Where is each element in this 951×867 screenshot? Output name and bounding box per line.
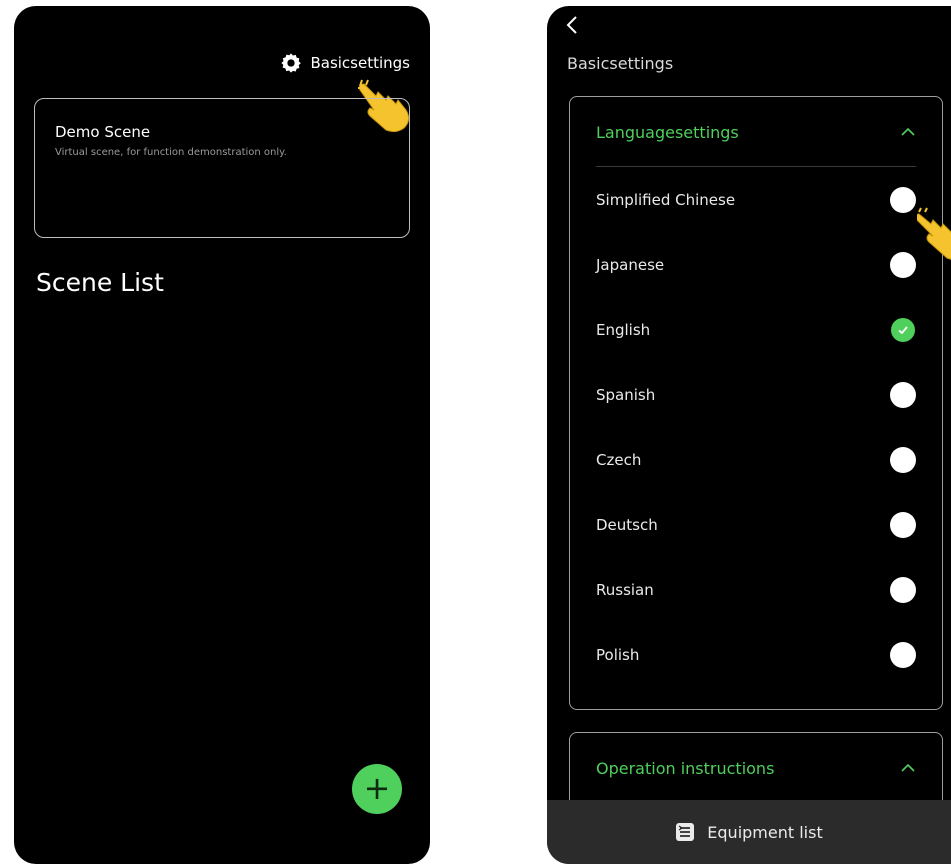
equipment-list-label: Equipment list [707,822,823,842]
language-settings-panel: Languagesettings Simplified Chinese Japa… [569,96,943,710]
language-settings-header[interactable]: Languagesettings [596,97,916,167]
basic-settings-screen: Basicsettings Languagesettings Simplifie… [547,6,951,864]
demo-scene-title: Demo Scene [55,123,151,141]
language-name: Japanese [596,256,665,274]
radio-button[interactable] [890,642,916,668]
plus-icon: + [363,769,391,807]
chevron-up-icon [901,763,915,772]
language-name: Polish [596,646,640,664]
list-icon [676,823,695,841]
divider [596,166,916,167]
language-option-czech[interactable]: Czech [596,440,916,480]
demo-scene-subtitle: Virtual scene, for function demonstratio… [55,147,287,158]
chevron-left-icon[interactable] [563,14,581,36]
check-icon [898,326,908,335]
language-name: Russian [596,581,654,599]
language-option-english[interactable]: English [596,310,916,350]
language-option-polish[interactable]: Polish [596,635,916,675]
add-scene-button[interactable]: + [352,764,402,814]
radio-button-selected[interactable] [891,318,915,342]
radio-button[interactable] [890,187,916,213]
scene-list-heading: Scene List [36,268,164,297]
language-name: Spanish [596,386,656,404]
operation-instructions-header[interactable]: Operation instructions [596,733,916,803]
radio-button[interactable] [890,512,916,538]
language-name: Czech [596,451,642,469]
language-option-japanese[interactable]: Japanese [596,245,916,285]
language-option-russian[interactable]: Russian [596,570,916,610]
chevron-up-icon [901,127,915,136]
basic-settings-button[interactable]: Basicsettings [280,52,410,74]
radio-button[interactable] [890,382,916,408]
gear-icon [281,53,302,73]
radio-button[interactable] [890,577,916,603]
scene-home-screen: Basicsettings Demo Scene Virtual scene, … [14,6,430,864]
demo-scene-card[interactable]: Demo Scene Virtual scene, for function d… [34,98,410,238]
basic-settings-label: Basicsettings [310,54,410,72]
operation-instructions-title: Operation instructions [596,758,775,778]
radio-button[interactable] [890,447,916,473]
language-name: Simplified Chinese [596,191,736,209]
language-option-spanish[interactable]: Spanish [596,375,916,415]
radio-button[interactable] [890,252,916,278]
page-title: Basicsettings [567,54,674,73]
equipment-list-button[interactable]: Equipment list [547,800,951,864]
language-option-simplified-chinese[interactable]: Simplified Chinese [596,180,916,220]
pointing-hand-icon [917,207,951,260]
language-settings-title: Languagesettings [596,122,739,142]
language-name: English [596,321,651,339]
language-name: Deutsch [596,516,658,534]
language-option-deutsch[interactable]: Deutsch [596,505,916,545]
